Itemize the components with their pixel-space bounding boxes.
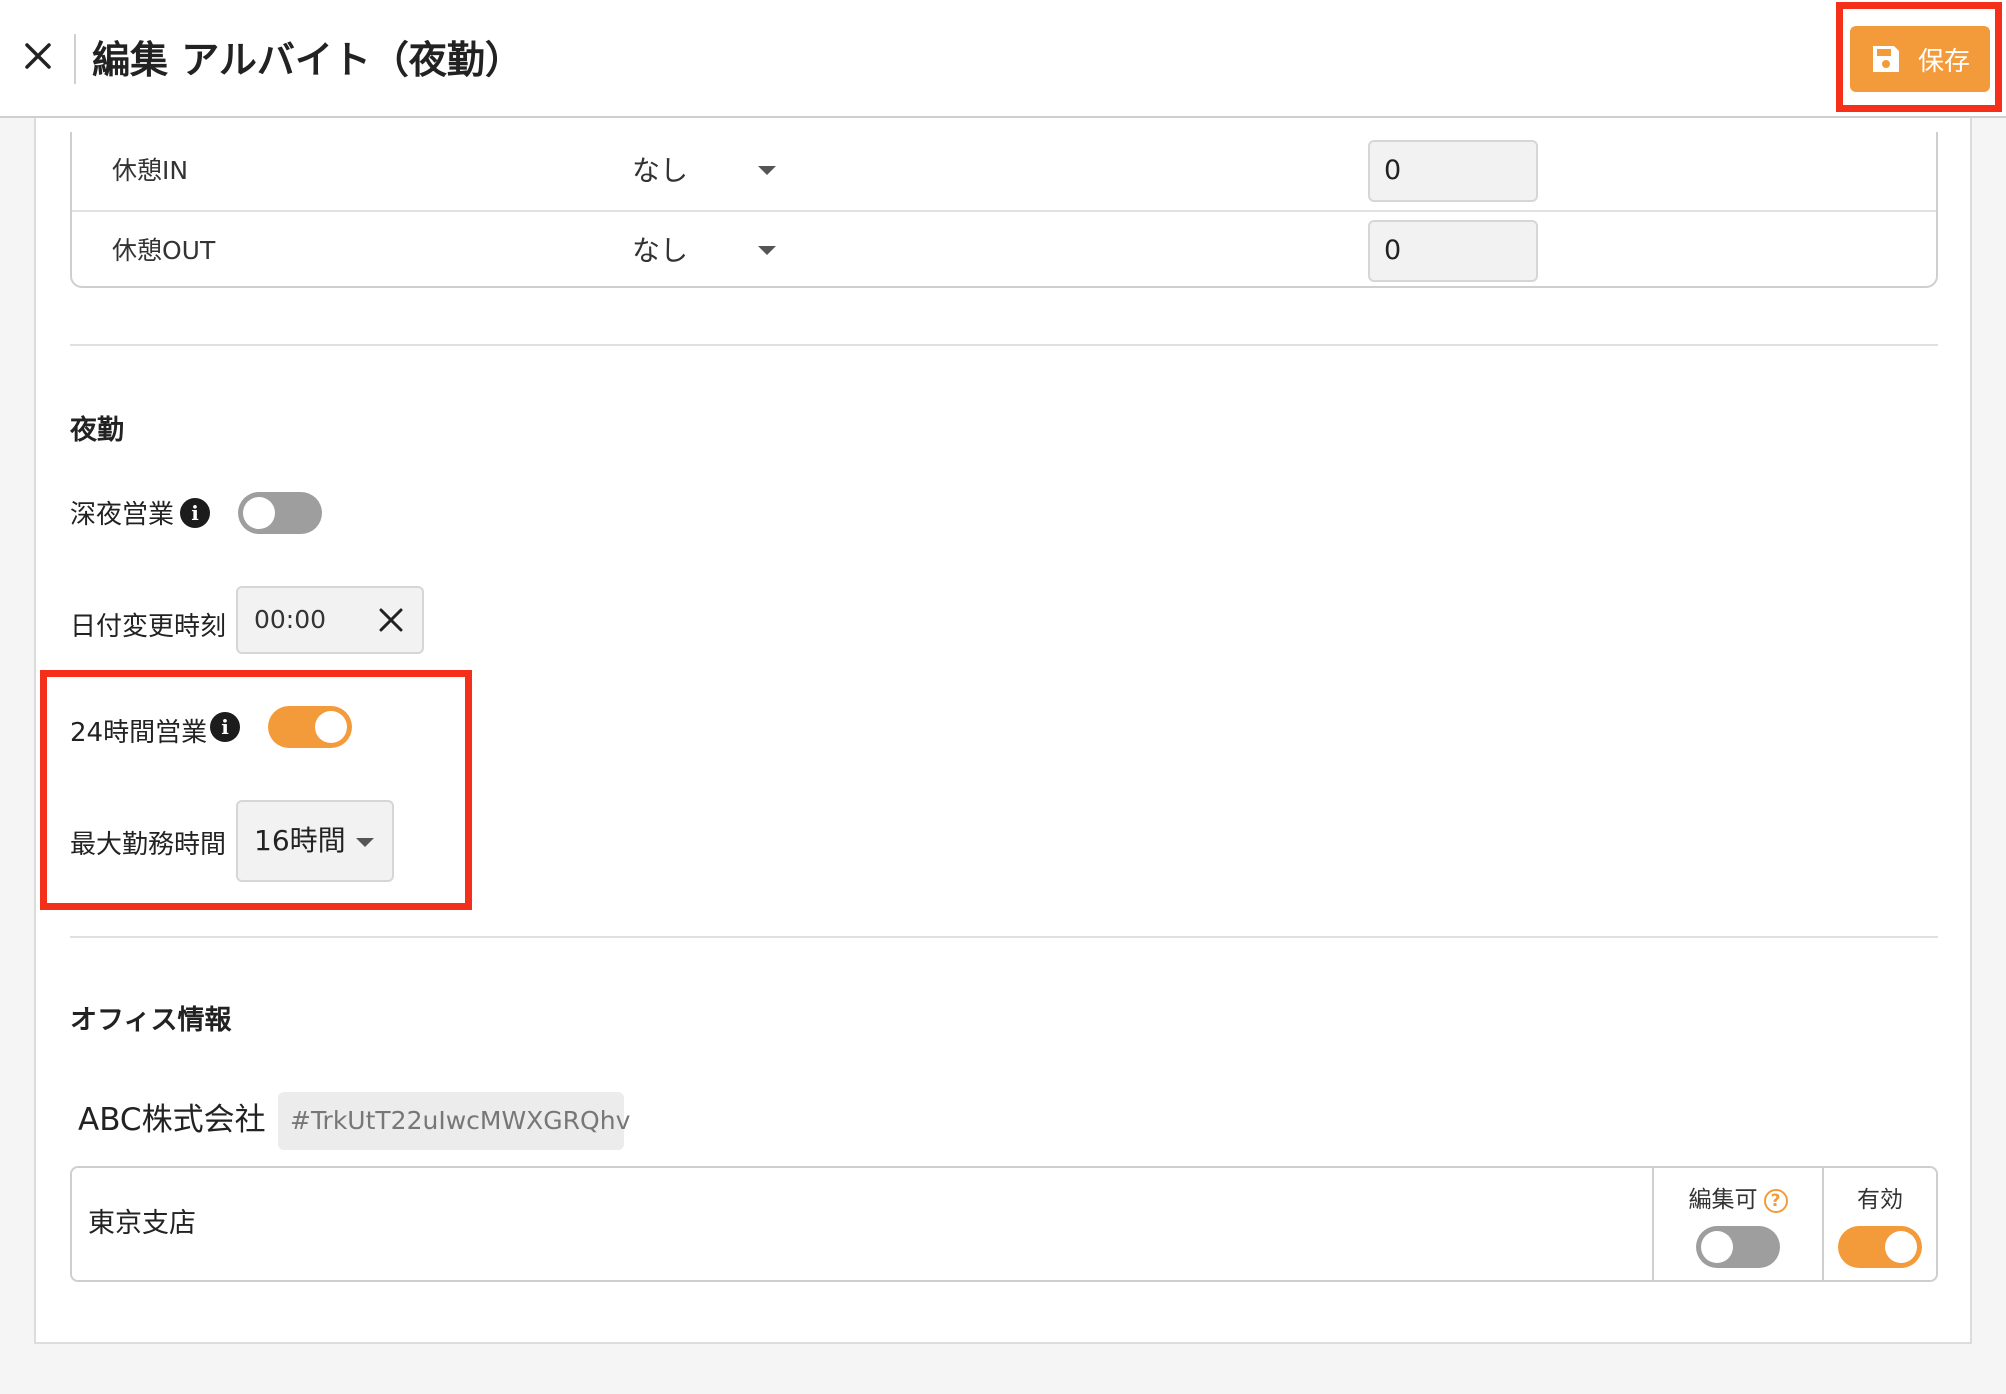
settings-panel: 休憩IN なし 0 休憩OUT なし 0 夜勤 深夜営業 i 日付変更時刻 00… bbox=[34, 118, 1972, 1344]
save-icon bbox=[1872, 46, 1899, 72]
break-row-in: 休憩IN なし 0 bbox=[72, 132, 1936, 210]
break-out-select[interactable]: なし bbox=[632, 212, 792, 290]
editable-header: 編集可? bbox=[1654, 1180, 1822, 1214]
night-shift-title: 夜勤 bbox=[70, 415, 124, 446]
company-name: ABC株式会社 bbox=[78, 1102, 266, 1138]
max-hours-value: 16時間 bbox=[254, 824, 346, 857]
branch-name: 東京支店 bbox=[88, 1208, 196, 1239]
active-label: 有効 bbox=[1857, 1187, 1903, 1213]
editable-toggle[interactable] bbox=[1696, 1226, 1780, 1268]
date-change-time-value: 00:00 bbox=[254, 605, 327, 634]
late-night-toggle[interactable] bbox=[238, 492, 322, 534]
break-row-out: 休憩OUT なし 0 bbox=[72, 210, 1936, 288]
max-hours-label: 最大勤務時間 bbox=[70, 830, 227, 860]
toggle-knob bbox=[315, 711, 347, 743]
date-change-label: 日付変更時刻 bbox=[70, 612, 227, 642]
break-out-label: 休憩OUT bbox=[112, 236, 216, 265]
section-divider bbox=[70, 344, 1938, 346]
caret-down-icon bbox=[758, 166, 776, 175]
toggle-knob bbox=[243, 497, 275, 529]
section-divider bbox=[70, 936, 1938, 938]
header: 編集 アルバイト（夜勤） 保存 bbox=[0, 0, 2006, 118]
break-in-label: 休憩IN bbox=[112, 156, 189, 185]
date-change-time-input[interactable]: 00:00 bbox=[236, 586, 424, 654]
break-in-select[interactable]: なし bbox=[632, 132, 792, 210]
all-day-toggle[interactable] bbox=[268, 706, 352, 748]
office-info-title: オフィス情報 bbox=[70, 1005, 232, 1036]
caret-down-icon bbox=[356, 838, 374, 847]
page-title: 編集 アルバイト（夜勤） bbox=[92, 38, 523, 82]
break-in-select-value: なし bbox=[632, 154, 689, 187]
toggle-knob bbox=[1885, 1231, 1917, 1263]
editable-label: 編集可 bbox=[1688, 1187, 1758, 1213]
active-column: 有効 bbox=[1822, 1168, 1936, 1280]
active-toggle[interactable] bbox=[1838, 1226, 1922, 1268]
break-table: 休憩IN なし 0 休憩OUT なし 0 bbox=[70, 132, 1938, 288]
late-night-label: 深夜営業 bbox=[70, 500, 175, 530]
break-in-input[interactable]: 0 bbox=[1368, 140, 1538, 202]
max-hours-select[interactable]: 16時間 bbox=[236, 800, 394, 882]
break-out-select-value: なし bbox=[632, 234, 689, 267]
caret-down-icon bbox=[758, 246, 776, 255]
branch-table: 東京支店 編集可? 有効 bbox=[70, 1166, 1938, 1282]
toggle-knob bbox=[1701, 1231, 1733, 1263]
info-icon[interactable]: i bbox=[210, 712, 240, 742]
info-icon[interactable]: i bbox=[180, 498, 210, 528]
help-icon[interactable]: ? bbox=[1763, 1188, 1788, 1213]
company-id-badge: #TrkUtT22uIwcMWXGRQhv bbox=[278, 1092, 630, 1150]
clear-icon[interactable] bbox=[376, 605, 406, 635]
header-divider bbox=[74, 34, 76, 84]
close-icon[interactable] bbox=[18, 36, 58, 76]
all-day-label: 24時間営業 bbox=[70, 718, 208, 748]
save-button[interactable]: 保存 bbox=[1850, 26, 1990, 92]
break-out-input[interactable]: 0 bbox=[1368, 220, 1538, 282]
save-button-label: 保存 bbox=[1917, 46, 1970, 77]
editable-column: 編集可? bbox=[1652, 1168, 1822, 1280]
